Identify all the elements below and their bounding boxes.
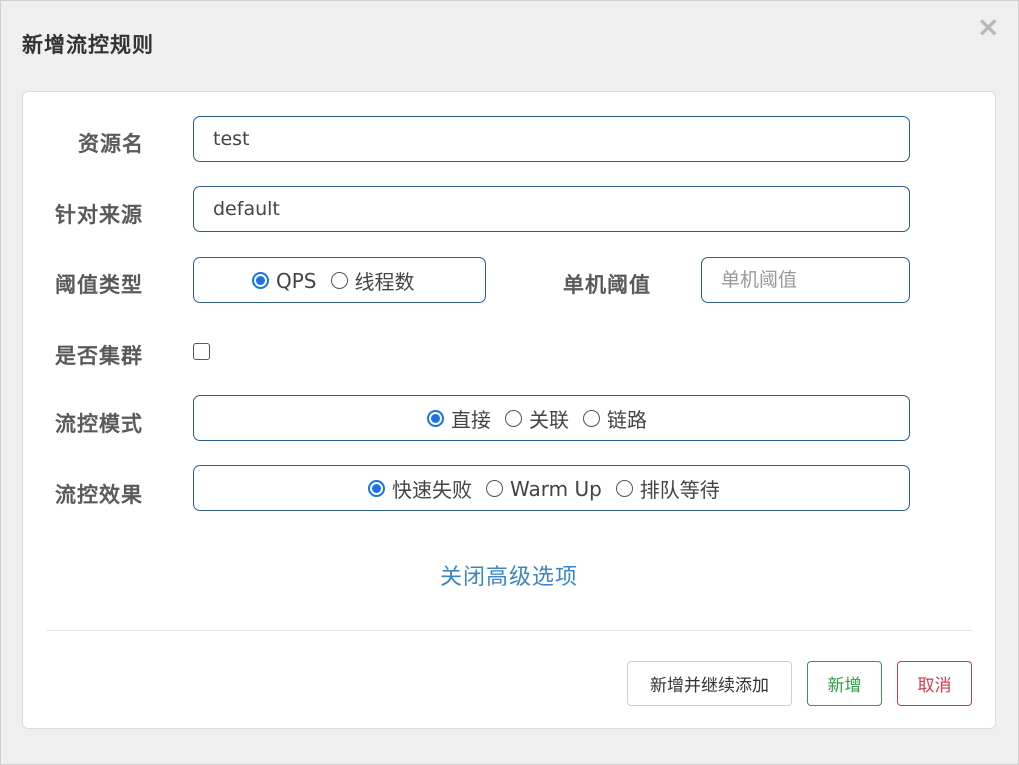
grade-radio-group: QPS 线程数 <box>193 257 486 303</box>
limit-app-label: 针对来源 <box>55 203 143 227</box>
radio-checked-icon <box>252 272 269 289</box>
radio-checked-icon <box>427 410 444 427</box>
resource-label: 资源名 <box>78 132 144 156</box>
strategy-option-direct[interactable]: 直接 <box>427 404 491 433</box>
advanced-options-toggle[interactable]: 关闭高级选项 <box>440 559 578 591</box>
cluster-label: 是否集群 <box>55 344 143 368</box>
cluster-checkbox[interactable] <box>193 343 210 360</box>
limit-app-value: default <box>213 198 280 220</box>
dialog-title: 新增流控规则 <box>22 33 154 57</box>
behavior-option-label: 排队等待 <box>639 478 720 502</box>
grade-option-qps[interactable]: QPS <box>252 269 317 293</box>
behavior-option-queue[interactable]: 排队等待 <box>615 474 720 503</box>
grade-label: 阈值类型 <box>55 273 143 297</box>
strategy-option-chain[interactable]: 链路 <box>583 404 647 433</box>
strategy-label: 流控模式 <box>55 412 143 436</box>
behavior-option-label: 快速失败 <box>392 478 472 502</box>
divider <box>46 630 972 631</box>
strategy-option-label: 链路 <box>607 408 647 432</box>
radio-unchecked-icon <box>615 480 633 497</box>
grade-option-label: 线程数 <box>354 270 415 294</box>
control-behavior-label: 流控效果 <box>55 483 143 507</box>
count-input[interactable]: 单机阈值 <box>701 257 910 303</box>
save-button[interactable]: 新增 <box>807 661 882 706</box>
count-placeholder: 单机阈值 <box>721 269 798 291</box>
resource-input[interactable]: test <box>193 116 910 162</box>
behavior-option-label: Warm Up <box>510 476 602 501</box>
dialog: 新增流控规则 × 资源名 test 针对来源 default 阈值类型 QPS … <box>0 0 1019 765</box>
save-and-continue-button[interactable]: 新增并继续添加 <box>627 661 792 706</box>
strategy-radio-group: 直接 关联 链路 <box>193 395 910 441</box>
grade-options: QPS 线程数 <box>252 258 415 303</box>
cancel-button[interactable]: 取消 <box>897 661 972 706</box>
limit-app-input[interactable]: default <box>193 186 910 232</box>
grade-option-thread[interactable]: 线程数 <box>330 266 415 295</box>
strategy-option-label: 直接 <box>451 408 491 432</box>
resource-value: test <box>213 128 250 150</box>
control-behavior-radio-group: 快速失败 Warm Up 排队等待 <box>193 465 910 511</box>
strategy-option-relate[interactable]: 关联 <box>505 404 569 433</box>
behavior-option-fast-fail[interactable]: 快速失败 <box>368 474 472 503</box>
close-icon[interactable]: × <box>977 13 1000 41</box>
grade-option-label: QPS <box>276 268 317 293</box>
radio-unchecked-icon <box>583 410 600 427</box>
control-behavior-options: 快速失败 Warm Up 排队等待 <box>368 466 720 511</box>
radio-unchecked-icon <box>505 410 522 427</box>
radio-unchecked-icon <box>486 480 503 497</box>
count-label: 单机阈值 <box>563 273 651 297</box>
radio-checked-icon <box>368 480 385 497</box>
behavior-option-warm-up[interactable]: Warm Up <box>486 477 602 501</box>
radio-unchecked-icon <box>330 272 348 289</box>
strategy-option-label: 关联 <box>529 408 569 432</box>
strategy-options: 直接 关联 链路 <box>427 396 647 441</box>
